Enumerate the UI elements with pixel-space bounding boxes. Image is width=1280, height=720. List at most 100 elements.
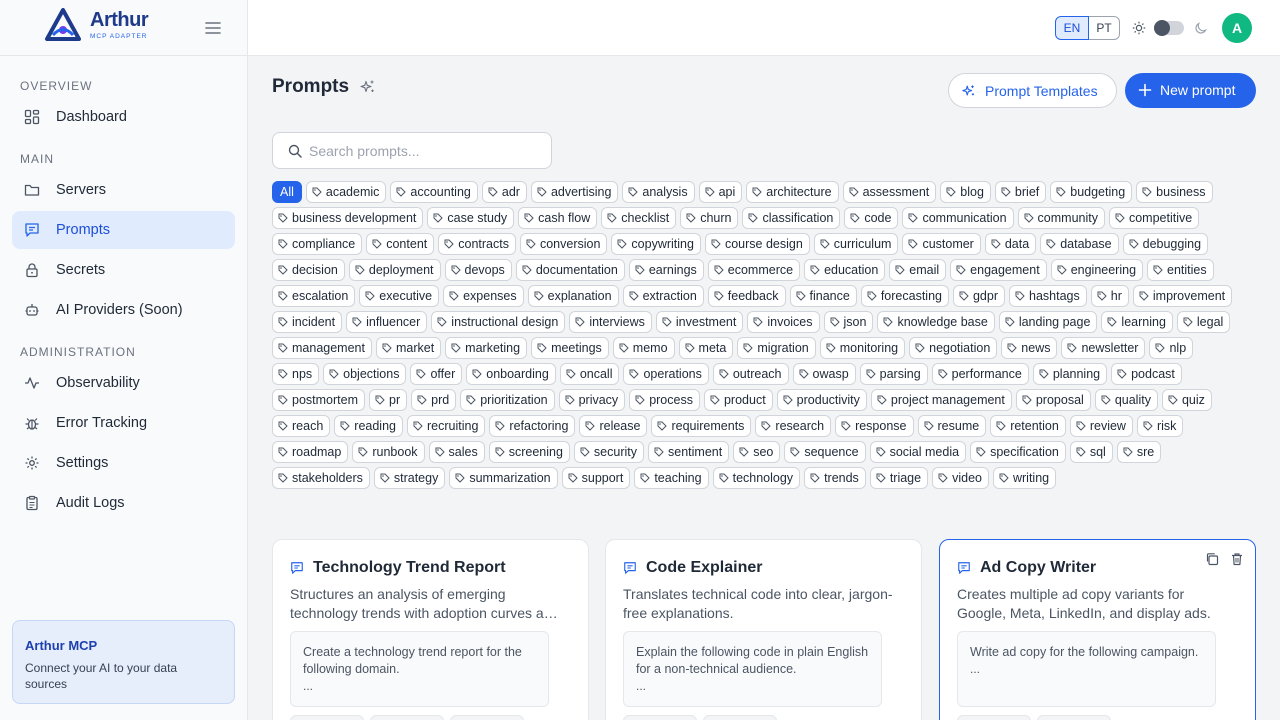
tag-chip[interactable]: blog <box>940 181 991 203</box>
tag-chip[interactable]: seo <box>733 441 781 463</box>
tag-chip[interactable]: reading <box>334 415 403 437</box>
prompt-card[interactable]: Code Explainer Translates technical code… <box>605 539 922 720</box>
tag-chip[interactable]: stakeholders <box>272 467 370 489</box>
tag-chip[interactable]: prioritization <box>460 389 555 411</box>
tag-chip[interactable]: teaching <box>634 467 709 489</box>
tag-chip[interactable]: resume <box>917 415 987 437</box>
tag-chip[interactable]: monitoring <box>819 337 906 359</box>
tag-chip[interactable]: code <box>844 207 899 229</box>
tag-chip[interactable]: specification <box>970 441 1066 463</box>
tag-chip[interactable]: sre <box>1116 441 1162 463</box>
tag-chip[interactable]: support <box>561 467 631 489</box>
tag-chip[interactable]: runbook <box>352 441 425 463</box>
tag-chip[interactable]: finance <box>789 285 857 307</box>
tag-chip[interactable]: data <box>984 233 1037 255</box>
tag-chip[interactable]: cash flow <box>518 207 598 229</box>
search-input[interactable] <box>309 141 539 161</box>
tag-chip[interactable]: triage <box>869 467 929 489</box>
copy-icon[interactable] <box>1205 552 1219 566</box>
tag-chip[interactable]: devops <box>444 259 512 281</box>
sidebar-item-ai-providers[interactable]: AI Providers (Soon) <box>12 291 235 329</box>
tag-chip[interactable]: owasp <box>792 363 856 385</box>
tag-chip[interactable]: roadmap <box>272 441 349 463</box>
tag-all[interactable]: All <box>272 181 302 203</box>
tag-chip[interactable]: research <box>755 415 832 437</box>
tag-chip[interactable]: reach <box>272 415 331 437</box>
new-prompt-button[interactable]: New prompt <box>1125 73 1256 108</box>
brand-logo[interactable]: Arthur MCP ADAPTER <box>44 8 156 42</box>
tag-chip[interactable]: nlp <box>1149 337 1194 359</box>
tag-chip[interactable]: budgeting <box>1050 181 1133 203</box>
tag-chip[interactable]: course design <box>704 233 810 255</box>
tag-chip[interactable]: requirements <box>651 415 752 437</box>
tag-chip[interactable]: performance <box>931 363 1029 385</box>
prompt-card[interactable]: Ad Copy Writer Creates multiple ad copy … <box>939 539 1256 720</box>
tag-chip[interactable]: marketing <box>445 337 528 359</box>
avatar[interactable]: A <box>1222 13 1252 43</box>
tag-chip[interactable]: decision <box>272 259 345 281</box>
tag-chip[interactable]: outreach <box>712 363 789 385</box>
tag-chip[interactable]: community <box>1017 207 1105 229</box>
tag-chip[interactable]: extraction <box>622 285 704 307</box>
tag-chip[interactable]: hr <box>1090 285 1129 307</box>
tag-chip[interactable]: memo <box>612 337 675 359</box>
tag-chip[interactable]: invoices <box>747 311 820 333</box>
tag-chip[interactable]: technology <box>712 467 801 489</box>
tag-chip[interactable]: social media <box>869 441 967 463</box>
tag-chip[interactable]: learning <box>1101 311 1173 333</box>
tag-chip[interactable]: release <box>579 415 648 437</box>
tag-chip[interactable]: escalation <box>272 285 356 307</box>
tag-chip[interactable]: negotiation <box>909 337 998 359</box>
tag-chip[interactable]: review <box>1069 415 1133 437</box>
tag-chip[interactable]: adr <box>481 181 527 203</box>
tag-chip[interactable]: sentiment <box>648 441 730 463</box>
tag-chip[interactable]: retention <box>990 415 1066 437</box>
tag-chip[interactable]: interviews <box>569 311 652 333</box>
tag-chip[interactable]: operations <box>623 363 709 385</box>
tag-chip[interactable]: business <box>1136 181 1213 203</box>
tag-chip[interactable]: brief <box>994 181 1047 203</box>
trash-icon[interactable] <box>1230 552 1244 566</box>
tag-chip[interactable]: documentation <box>515 259 625 281</box>
tag-chip[interactable]: writing <box>992 467 1057 489</box>
tag-chip[interactable]: education <box>804 259 886 281</box>
tag-chip[interactable]: oncall <box>559 363 620 385</box>
tag-chip[interactable]: security <box>573 441 644 463</box>
tag-chip[interactable]: management <box>272 337 372 359</box>
tag-chip[interactable]: project management <box>870 389 1012 411</box>
tag-chip[interactable]: instructional design <box>431 311 566 333</box>
tag-chip[interactable]: influencer <box>346 311 428 333</box>
tag-chip[interactable]: postmortem <box>272 389 365 411</box>
tag-chip[interactable]: json <box>823 311 874 333</box>
tag-chip[interactable]: response <box>835 415 914 437</box>
language-pt-button[interactable]: PT <box>1089 16 1120 40</box>
tag-chip[interactable]: refactoring <box>489 415 576 437</box>
tag-chip[interactable]: proposal <box>1015 389 1091 411</box>
tag-chip[interactable]: quiz <box>1161 389 1212 411</box>
tag-chip[interactable]: pr <box>369 389 408 411</box>
sidebar-item-servers[interactable]: Servers <box>12 171 235 209</box>
tag-chip[interactable]: compliance <box>272 233 363 255</box>
tag-chip[interactable]: sql <box>1069 441 1113 463</box>
tag-chip[interactable]: parsing <box>859 363 928 385</box>
tag-chip[interactable]: churn <box>680 207 739 229</box>
tag-chip[interactable]: privacy <box>558 389 626 411</box>
sidebar-item-settings[interactable]: Settings <box>12 444 235 482</box>
tag-chip[interactable]: expenses <box>443 285 524 307</box>
tag-chip[interactable]: copywriting <box>611 233 701 255</box>
tag-chip[interactable]: market <box>375 337 442 359</box>
sidebar-item-audit-logs[interactable]: Audit Logs <box>12 484 235 522</box>
tag-chip[interactable]: checklist <box>601 207 677 229</box>
tag-chip[interactable]: architecture <box>746 181 839 203</box>
tag-chip[interactable]: investment <box>655 311 744 333</box>
tag-chip[interactable]: quality <box>1094 389 1158 411</box>
tag-chip[interactable]: process <box>629 389 700 411</box>
tag-chip[interactable]: database <box>1040 233 1119 255</box>
tag-chip[interactable]: incident <box>272 311 343 333</box>
theme-toggle[interactable] <box>1154 20 1184 36</box>
tag-chip[interactable]: assessment <box>842 181 937 203</box>
tag-chip[interactable]: feedback <box>707 285 786 307</box>
tag-chip[interactable]: analysis <box>622 181 695 203</box>
tag-chip[interactable]: customer <box>902 233 981 255</box>
tag-chip[interactable]: prd <box>411 389 457 411</box>
